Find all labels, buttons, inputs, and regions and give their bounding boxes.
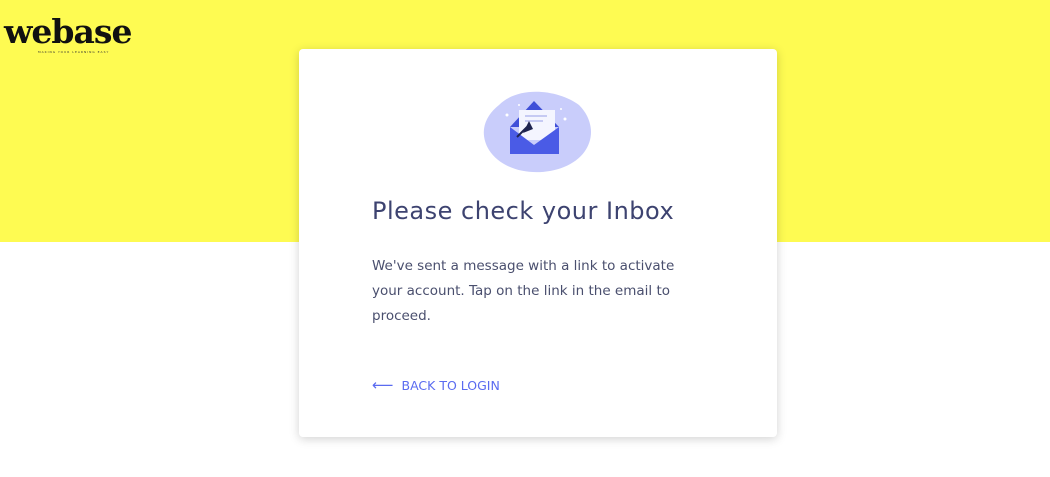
back-to-login-label: BACK TO LOGIN — [401, 377, 500, 393]
instruction-message: We've sent a message with a link to acti… — [372, 258, 675, 324]
confirmation-card: Please check your Inbox We've sent a mes… — [299, 49, 777, 437]
arrow-left-icon: ⟵ — [372, 376, 394, 394]
envelope-icon — [479, 85, 595, 179]
logo-wordmark: webase — [4, 12, 132, 51]
back-to-login-link[interactable]: ⟵ BACK TO LOGIN — [372, 376, 500, 394]
page-title: Please check your Inbox — [372, 197, 675, 225]
logo[interactable]: webase MAKING YOUR LEARNING EASY — [4, 12, 132, 55]
